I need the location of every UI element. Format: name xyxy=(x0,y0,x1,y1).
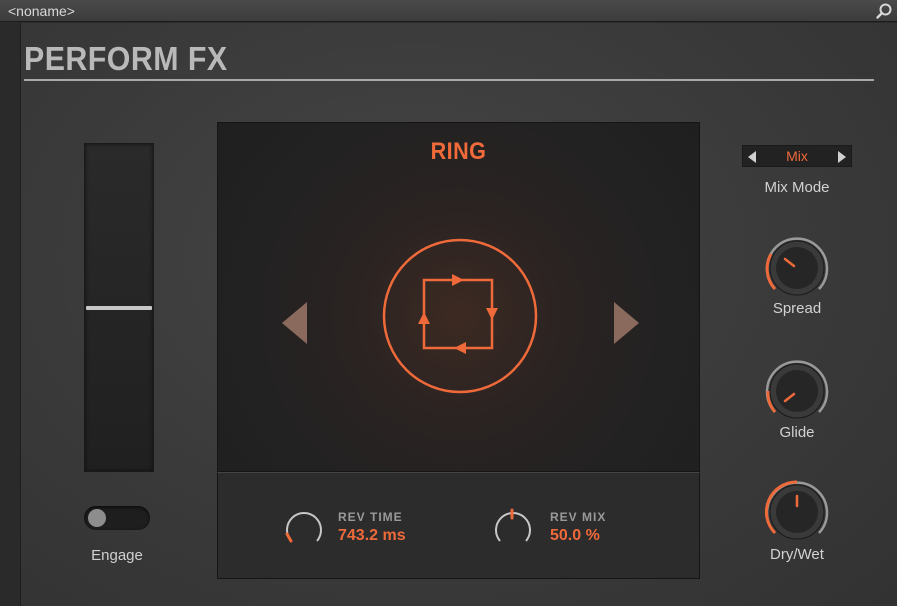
perform-fader-handle[interactable] xyxy=(86,306,152,310)
dry-wet-label: Dry/Wet xyxy=(770,546,824,563)
dry-wet-knob[interactable] xyxy=(761,476,833,548)
title-divider xyxy=(24,79,874,81)
triangle-right-icon[interactable] xyxy=(612,300,642,346)
search-icon[interactable] xyxy=(875,2,893,20)
rev-time-knob[interactable] xyxy=(281,505,325,549)
left-edge xyxy=(0,23,20,606)
mix-mode-next-icon[interactable] xyxy=(837,151,847,163)
rev-mix-value[interactable]: 50.0 % xyxy=(550,527,600,545)
effect-name: RING xyxy=(430,138,487,165)
preset-name[interactable]: <noname> xyxy=(8,3,75,19)
glide-label: Glide xyxy=(779,424,815,441)
spread-knob[interactable] xyxy=(761,232,833,304)
mix-mode-label: Mix Mode xyxy=(764,179,830,196)
rev-mix-label: REV MIX xyxy=(550,510,607,524)
engage-label: Engage xyxy=(91,547,143,564)
triangle-left-icon[interactable] xyxy=(279,300,309,346)
mix-mode-value: Mix xyxy=(786,148,808,164)
rev-time-value[interactable]: 743.2 ms xyxy=(338,527,406,545)
plugin-title: PERFORM FX xyxy=(24,40,228,77)
engage-toggle-knob xyxy=(88,509,106,527)
rev-time-label: REV TIME xyxy=(338,510,403,524)
title-bar: <noname> xyxy=(0,0,897,22)
glide-knob[interactable] xyxy=(761,355,833,427)
rev-mix-knob[interactable] xyxy=(490,505,534,549)
mix-mode-selector[interactable]: Mix xyxy=(742,145,852,167)
spread-label: Spread xyxy=(772,300,822,317)
engage-toggle[interactable] xyxy=(84,506,150,530)
ring-loop-icon xyxy=(382,238,538,394)
